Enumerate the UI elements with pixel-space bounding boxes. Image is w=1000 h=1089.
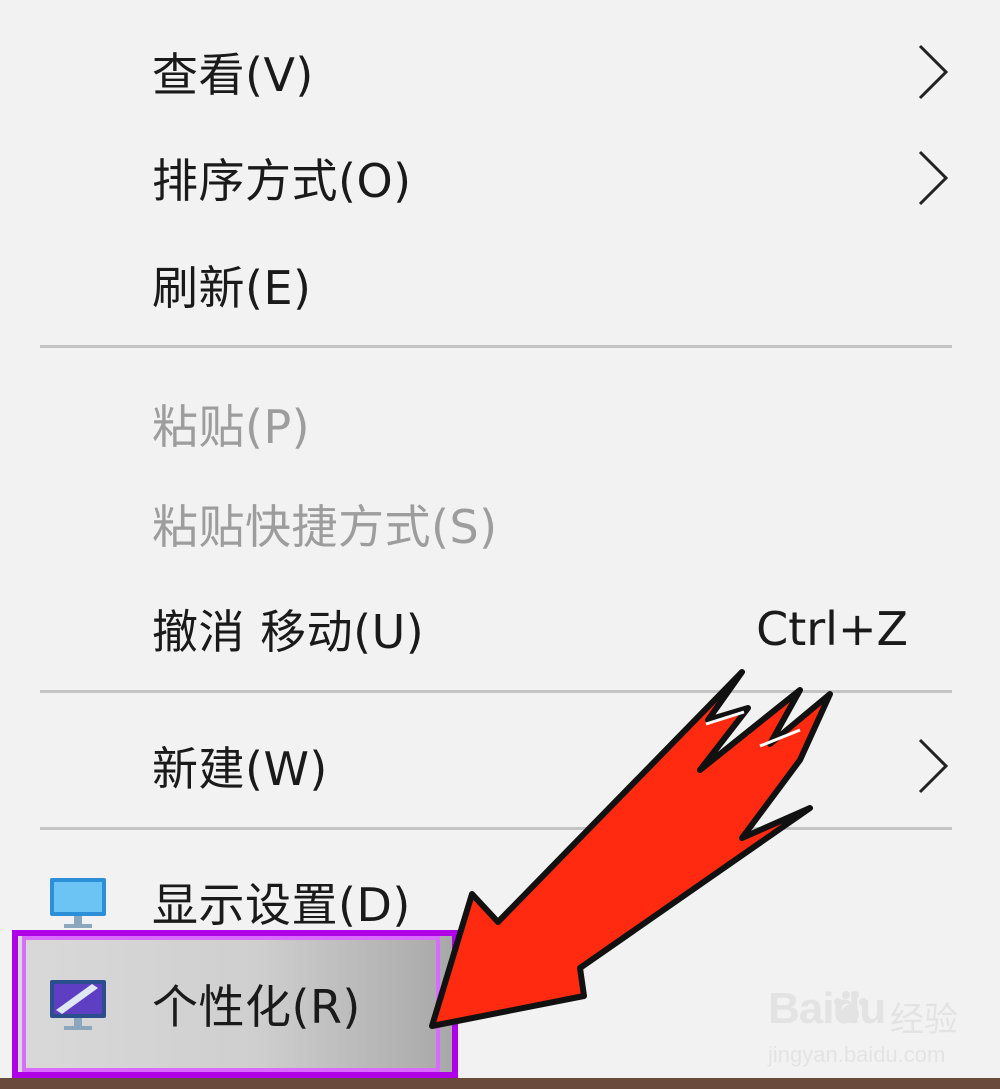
menu-item-label: 粘贴(P) — [152, 400, 311, 454]
menu-separator — [40, 345, 952, 348]
menu-separator — [40, 690, 952, 693]
menu-item-label: 显示设置(D) — [152, 878, 411, 932]
baidu-jingyan-watermark: Baidu 经验 jingyan.baidu.com — [760, 984, 970, 1074]
menu-item-paste-shortcut[interactable]: 粘贴快捷方式(S) — [0, 472, 1000, 576]
menu-item-label: 排序方式(O) — [152, 154, 412, 208]
menu-item-label: 撤消 移动(U) — [152, 605, 425, 659]
menu-item-label: 刷新(E) — [152, 261, 312, 315]
menu-item-label: 新建(W) — [152, 742, 328, 796]
personalize-icon — [50, 980, 106, 1030]
menu-item-sort-by[interactable]: 排序方式(O) — [0, 126, 1000, 230]
menu-item-label: 查看(V) — [152, 48, 314, 102]
watermark-url: jingyan.baidu.com — [768, 1042, 946, 1067]
chevron-right-icon — [918, 738, 949, 794]
menu-item-label: 个性化(R) — [152, 980, 361, 1034]
menu-separator — [40, 827, 952, 830]
display-settings-icon — [50, 878, 106, 928]
paw-logo-icon — [834, 991, 867, 1023]
chevron-right-icon — [918, 44, 949, 100]
menu-item-new[interactable]: 新建(W) — [0, 714, 1000, 818]
menu-item-shortcut: Ctrl+Z — [756, 602, 908, 656]
menu-item-view[interactable]: 查看(V) — [0, 20, 1000, 124]
chevron-right-icon — [918, 150, 949, 206]
watermark-product: 经验 — [890, 1000, 958, 1040]
menu-item-paste[interactable]: 粘贴(P) — [0, 372, 1000, 476]
menu-item-refresh[interactable]: 刷新(E) — [0, 233, 1000, 337]
desktop-context-menu: 查看(V) 排序方式(O) 刷新(E) 粘贴(P) 粘贴快捷方式(S) 撤消 移… — [0, 0, 1000, 1089]
desktop-background-strip — [0, 1078, 1000, 1089]
menu-item-label: 粘贴快捷方式(S) — [152, 500, 498, 554]
menu-item-undo-move[interactable]: 撤消 移动(U) Ctrl+Z — [0, 577, 1000, 681]
